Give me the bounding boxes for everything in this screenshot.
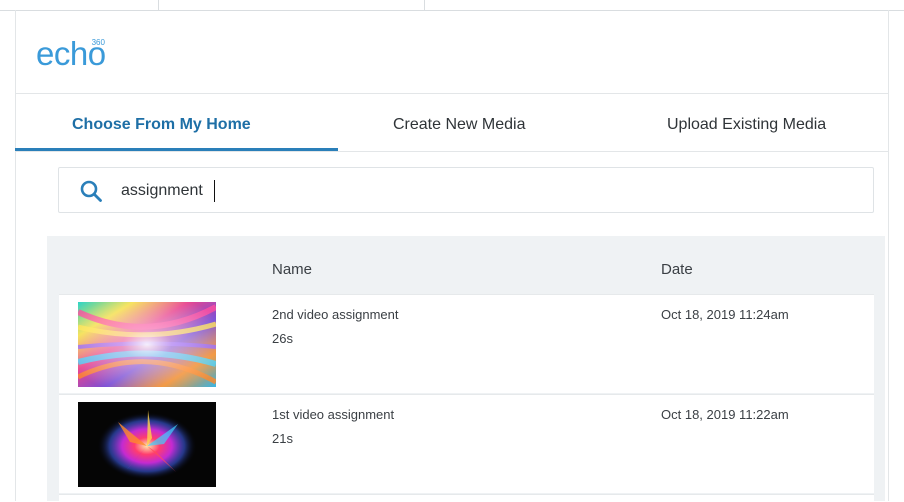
media-title[interactable]: 1st video assignment — [272, 407, 394, 422]
colorful-swirl-image — [78, 302, 216, 387]
text-caret — [214, 180, 215, 202]
echo360-logo: echo 360 — [36, 36, 106, 76]
frame-border-right — [888, 10, 889, 501]
media-title[interactable]: 2nd video assignment — [272, 307, 398, 322]
top-divider — [0, 10, 904, 11]
logo-superscript: 360 — [91, 38, 105, 47]
media-duration: 26s — [272, 331, 293, 346]
tabs-border-bottom — [15, 151, 889, 152]
media-date: Oct 18, 2019 11:22am — [661, 407, 789, 422]
column-header-date[interactable]: Date — [661, 261, 693, 278]
media-date: Oct 18, 2019 11:24am — [661, 307, 789, 322]
search-input[interactable] — [121, 178, 821, 204]
tab-upload-existing-media[interactable]: Upload Existing Media — [667, 116, 826, 134]
media-row[interactable]: 1st video assignment 21s Oct 18, 2019 11… — [59, 394, 874, 493]
color-splash-image — [78, 402, 216, 487]
search-box[interactable] — [58, 167, 874, 213]
media-duration: 21s — [272, 431, 293, 446]
column-header-name[interactable]: Name — [272, 261, 312, 278]
tabs-border-top — [15, 93, 889, 94]
top-divider-tick — [424, 0, 425, 11]
tab-create-new-media[interactable]: Create New Media — [393, 116, 526, 134]
tab-choose-from-my-home[interactable]: Choose From My Home — [72, 116, 251, 134]
media-row[interactable]: 2nd video assignment 26s Oct 18, 2019 11… — [59, 294, 874, 393]
top-divider-tick — [158, 0, 159, 11]
media-thumbnail[interactable] — [78, 402, 216, 487]
search-icon — [80, 180, 102, 202]
frame-border-left — [15, 10, 16, 501]
media-thumbnail[interactable] — [78, 302, 216, 387]
